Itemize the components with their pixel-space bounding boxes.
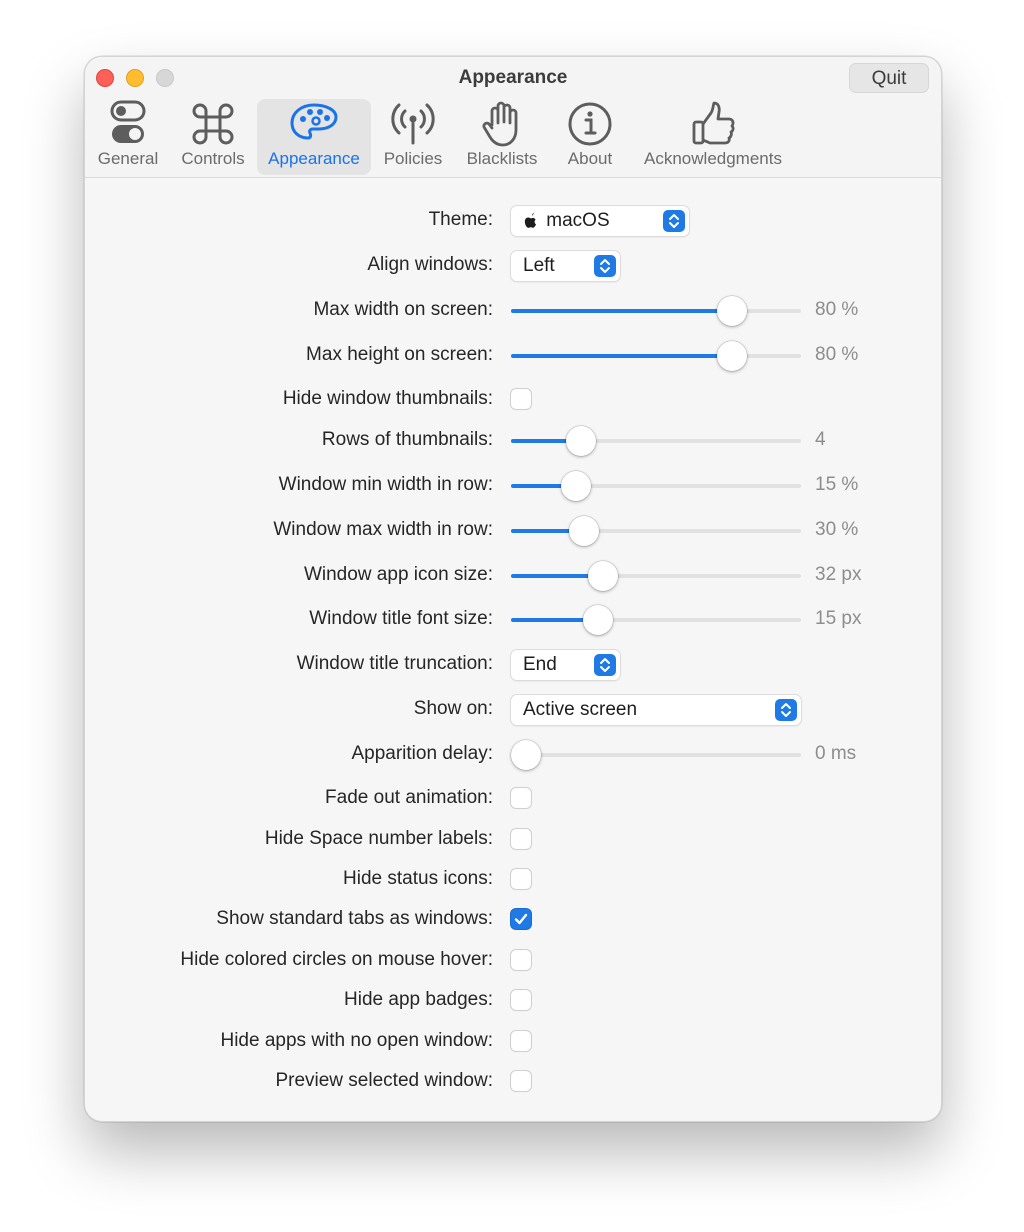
quit-button[interactable]: Quit: [849, 63, 929, 93]
hand-stop-icon: [477, 99, 527, 149]
tab-acknowledgments-label: Acknowledgments: [644, 149, 782, 168]
slider-knob[interactable]: [566, 426, 596, 456]
max-width-label: Max width on screen:: [313, 299, 493, 320]
hide-colored-circles-checkbox[interactable]: [511, 950, 531, 970]
tab-acknowledgments[interactable]: Acknowledgments: [637, 99, 789, 175]
app-icon-size-slider[interactable]: [511, 561, 801, 591]
preview-selected-label: Preview selected window:: [275, 1070, 493, 1091]
hide-colored-circles-label: Hide colored circles on mouse hover:: [180, 949, 493, 970]
hide-apps-no-window-checkbox[interactable]: [511, 1031, 531, 1051]
max-width-row-slider[interactable]: [511, 516, 801, 546]
toggles-icon: [103, 99, 153, 149]
fade-out-checkbox[interactable]: [511, 788, 531, 808]
command-key-icon: [188, 99, 238, 149]
tab-about-label: About: [567, 149, 613, 168]
align-windows-label: Align windows:: [367, 254, 493, 275]
preview-selected-checkbox[interactable]: [511, 1071, 531, 1091]
slider-knob[interactable]: [569, 516, 599, 546]
title-truncation-value: End: [523, 654, 557, 675]
max-height-slider[interactable]: [511, 341, 801, 371]
tab-controls-label: Controls: [181, 149, 245, 168]
show-tabs-windows-label: Show standard tabs as windows:: [216, 908, 493, 929]
hide-space-labels-checkbox[interactable]: [511, 829, 531, 849]
app-icon-size-label: Window app icon size:: [303, 564, 493, 585]
apple-logo-icon: [523, 206, 537, 246]
slider-knob[interactable]: [511, 740, 541, 770]
slider-knob[interactable]: [717, 296, 747, 326]
rows-thumbnails-value: 4: [815, 429, 826, 450]
tab-blacklists[interactable]: Blacklists: [459, 99, 545, 175]
align-windows-popup[interactable]: Left: [511, 251, 620, 281]
show-on-popup[interactable]: Active screen: [511, 695, 801, 725]
min-width-row-label: Window min width in row:: [278, 474, 493, 495]
hide-thumbnails-label: Hide window thumbnails:: [282, 388, 493, 409]
hide-status-icons-label: Hide status icons:: [343, 868, 493, 889]
max-height-value: 80 %: [815, 344, 859, 365]
title-font-size-slider[interactable]: [511, 605, 801, 635]
slider-knob[interactable]: [588, 561, 618, 591]
tab-appearance[interactable]: Appearance: [257, 99, 371, 175]
show-tabs-windows-checkbox[interactable]: [511, 909, 531, 929]
apparition-delay-slider[interactable]: [511, 740, 801, 770]
tab-policies[interactable]: Policies: [377, 99, 449, 175]
slider-knob[interactable]: [717, 341, 747, 371]
apparition-delay-label: Apparition delay:: [351, 743, 493, 764]
theme-label: Theme:: [428, 209, 493, 230]
hide-thumbnails-checkbox[interactable]: [511, 389, 531, 409]
tab-general[interactable]: General: [93, 99, 163, 175]
thumbs-up-icon: [688, 99, 738, 149]
min-width-row-value: 15 %: [815, 474, 859, 495]
window-title: Appearance: [458, 67, 568, 88]
slider-knob[interactable]: [561, 471, 591, 501]
hide-space-labels-label: Hide Space number labels:: [264, 828, 493, 849]
tab-appearance-label: Appearance: [268, 149, 360, 168]
show-on-label: Show on:: [413, 698, 493, 719]
rows-thumbnails-slider[interactable]: [511, 426, 801, 456]
slider-knob[interactable]: [583, 605, 613, 635]
max-height-label: Max height on screen:: [306, 344, 493, 365]
palette-icon: [289, 99, 339, 149]
tab-blacklists-label: Blacklists: [466, 149, 538, 168]
hide-app-badges-checkbox[interactable]: [511, 990, 531, 1010]
toolbar: Appearance Quit General Controls Appeara…: [85, 57, 941, 178]
max-width-row-value: 30 %: [815, 519, 859, 540]
chevron-updown-icon: [594, 255, 616, 277]
chevron-updown-icon: [775, 699, 797, 721]
theme-popup[interactable]: macOS: [511, 206, 689, 236]
align-windows-value: Left: [523, 255, 555, 276]
max-width-slider[interactable]: [511, 296, 801, 326]
max-width-value: 80 %: [815, 299, 859, 320]
rows-thumbnails-label: Rows of thumbnails:: [321, 429, 493, 450]
title-truncation-label: Window title truncation:: [296, 653, 493, 674]
theme-value: macOS: [546, 210, 610, 231]
antenna-icon: [388, 99, 438, 149]
max-width-row-label: Window max width in row:: [273, 519, 493, 540]
preferences-window: Appearance Quit General Controls Appeara…: [84, 56, 942, 1122]
title-font-size-value: 15 px: [815, 608, 862, 629]
app-icon-size-value: 32 px: [815, 564, 862, 585]
chevron-updown-icon: [663, 210, 685, 232]
chevron-updown-icon: [594, 654, 616, 676]
hide-apps-no-window-label: Hide apps with no open window:: [220, 1030, 493, 1051]
apparition-delay-value: 0 ms: [815, 743, 857, 764]
min-width-row-slider[interactable]: [511, 471, 801, 501]
hide-status-icons-checkbox[interactable]: [511, 869, 531, 889]
fade-out-label: Fade out animation:: [325, 787, 493, 808]
tab-policies-label: Policies: [383, 149, 443, 168]
title-truncation-popup[interactable]: End: [511, 650, 620, 680]
tab-about[interactable]: About: [557, 99, 623, 175]
tab-controls[interactable]: Controls: [175, 99, 251, 175]
title-font-size-label: Window title font size:: [309, 608, 493, 629]
show-on-value: Active screen: [523, 699, 638, 720]
tab-general-label: General: [97, 149, 159, 168]
info-circle-icon: [565, 99, 615, 149]
hide-app-badges-label: Hide app badges:: [344, 989, 493, 1010]
